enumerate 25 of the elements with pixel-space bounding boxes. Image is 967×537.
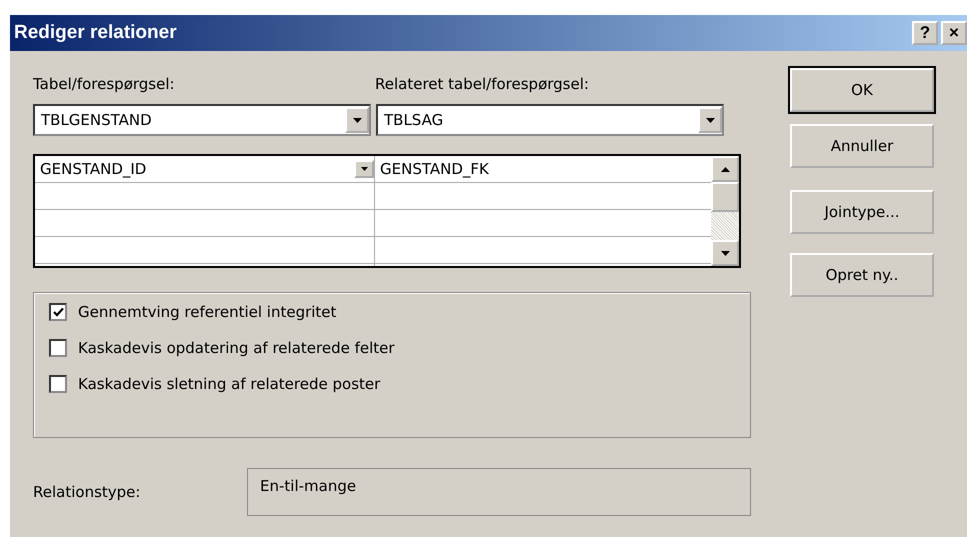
relation-type-field: En-til-mange	[247, 468, 751, 516]
checkbox-label: Gennemtving referentiel integritet	[78, 303, 336, 321]
down-arrow-icon[interactable]	[720, 250, 730, 256]
checkbox[interactable]	[49, 339, 67, 357]
checkbox-label: Kaskadevis sletning af relaterede poster	[78, 375, 380, 393]
up-arrow-icon[interactable]	[720, 166, 730, 172]
checkbox-label: Kaskadevis opdatering af relaterede felter	[78, 339, 395, 357]
table-combo[interactable]: TBLGENSTAND	[33, 104, 371, 136]
dialog-button[interactable]: OK	[790, 68, 934, 112]
help-button[interactable]: ?	[912, 21, 938, 45]
dialog-button[interactable]: Jointype...	[790, 190, 934, 234]
dialog-button[interactable]: Annuller	[790, 124, 934, 168]
scrollbar[interactable]	[711, 156, 739, 266]
field-cell[interactable]: GENSTAND_FK	[380, 160, 489, 178]
window-title: Rediger relationer	[14, 22, 177, 44]
field-cell[interactable]: GENSTAND_ID	[40, 160, 146, 178]
checkbox[interactable]	[49, 375, 67, 393]
related-table-combo[interactable]: TBLSAG	[376, 104, 724, 136]
close-button[interactable]: ×	[941, 21, 967, 45]
checkbox[interactable]	[49, 303, 67, 321]
relation-type-label: Relationstype:	[33, 483, 142, 501]
related-table-label: Relateret tabel/forespørgsel:	[375, 75, 589, 95]
checkmark-icon	[52, 306, 64, 318]
table-label: Tabel/forespørgsel:	[33, 75, 176, 95]
dialog-button[interactable]: Opret ny..	[790, 253, 934, 297]
